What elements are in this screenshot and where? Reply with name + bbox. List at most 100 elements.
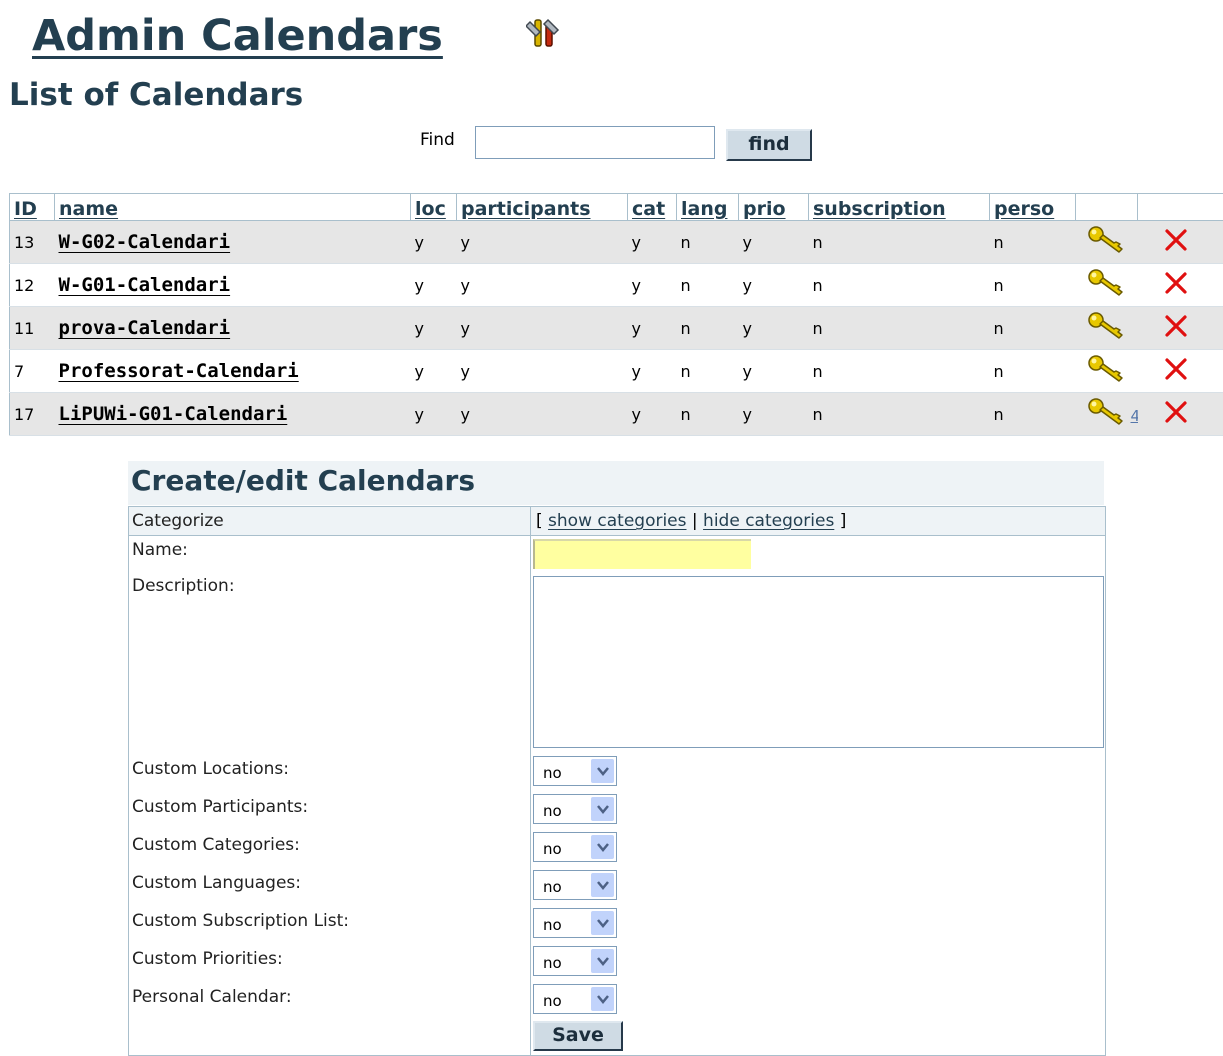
name-input[interactable] <box>533 539 751 569</box>
yes-no-select[interactable]: no <box>533 908 617 938</box>
edit-cell <box>1215 221 1223 264</box>
table-row: 11prova-Calendariyyynynn <box>10 307 1223 350</box>
column-header-perso[interactable]: perso <box>990 194 1076 221</box>
chevron-down-icon[interactable] <box>591 835 614 859</box>
form-select-row: Custom Locations:no <box>129 753 1106 791</box>
form-select-row: Custom Participants:no <box>129 791 1106 829</box>
save-cell: Save <box>531 1019 1106 1056</box>
show-categories-link[interactable]: show categories <box>548 511 686 531</box>
chevron-down-icon[interactable] <box>591 873 614 897</box>
cell-id: 13 <box>10 221 55 264</box>
cell-name[interactable]: W-G02-Calendari <box>55 221 411 264</box>
select-value: no <box>543 802 562 820</box>
permissions-cell <box>1076 264 1138 307</box>
description-row: Description: <box>129 572 1106 753</box>
column-header-cat[interactable]: cat <box>628 194 677 221</box>
delete-icon[interactable] <box>1162 398 1190 426</box>
cell-lang: n <box>677 307 739 350</box>
cell-perso: n <box>990 221 1076 264</box>
cell-name[interactable]: Professorat-Calendari <box>55 350 411 393</box>
cell-name[interactable]: LiPUWi-G01-Calendari <box>55 393 411 436</box>
column-header-actions <box>1076 194 1138 221</box>
cell-subscription: n <box>809 221 990 264</box>
yes-no-select[interactable]: no <box>533 832 617 862</box>
key-count-link[interactable]: 4 <box>1131 407 1138 425</box>
table-row: 12W-G01-Calendariyyynynn <box>10 264 1223 307</box>
table-header-row: ID name loc participants cat lang prio s… <box>10 194 1223 221</box>
edit-cell <box>1215 393 1223 436</box>
yes-no-select[interactable]: no <box>533 946 617 976</box>
description-cell <box>531 572 1106 753</box>
calendar-form: Categorize [ show categories | hide cate… <box>128 506 1106 1056</box>
column-header-lang[interactable]: lang <box>677 194 739 221</box>
hide-categories-link[interactable]: hide categories <box>703 511 834 531</box>
chevron-down-icon[interactable] <box>591 759 614 783</box>
select-cell: no <box>531 981 1106 1019</box>
yes-no-select[interactable]: no <box>533 794 617 824</box>
cell-participants: y <box>457 221 628 264</box>
select-value: no <box>543 840 562 858</box>
cell-lang: n <box>677 264 739 307</box>
cell-id: 12 <box>10 264 55 307</box>
key-icon[interactable] <box>1087 268 1127 298</box>
column-header-participants[interactable]: participants <box>457 194 628 221</box>
cell-perso: n <box>990 307 1076 350</box>
cell-id: 7 <box>10 350 55 393</box>
form-select-row: Custom Languages: no <box>129 867 1106 905</box>
yes-no-select[interactable]: no <box>533 870 617 900</box>
delete-cell <box>1138 350 1215 393</box>
find-button[interactable]: find <box>726 129 812 161</box>
column-header-name[interactable]: name <box>55 194 411 221</box>
cell-loc: y <box>411 393 457 436</box>
chevron-down-icon[interactable] <box>591 987 614 1011</box>
key-icon[interactable] <box>1087 311 1127 341</box>
column-header-loc[interactable]: loc <box>411 194 457 221</box>
cell-loc: y <box>411 307 457 350</box>
select-value: no <box>543 878 562 896</box>
section-title: List of Calendars <box>9 74 303 116</box>
cell-prio: y <box>739 307 809 350</box>
cell-perso: n <box>990 264 1076 307</box>
cell-prio: y <box>739 350 809 393</box>
find-input[interactable] <box>475 126 715 159</box>
delete-cell <box>1138 264 1215 307</box>
key-icon[interactable]: 4 <box>1087 397 1127 427</box>
column-header-id[interactable]: ID <box>10 194 55 221</box>
description-textarea[interactable] <box>533 576 1104 748</box>
key-icon[interactable] <box>1087 354 1127 384</box>
delete-icon[interactable] <box>1162 226 1190 254</box>
categorize-links: [ show categories | hide categories ] <box>531 507 1106 536</box>
chevron-down-icon[interactable] <box>591 911 614 935</box>
key-icon[interactable] <box>1087 225 1127 255</box>
delete-icon[interactable] <box>1162 312 1190 340</box>
select-label: Custom Languages: <box>129 867 531 905</box>
edit-cell <box>1215 307 1223 350</box>
cell-loc: y <box>411 221 457 264</box>
delete-icon[interactable] <box>1162 269 1190 297</box>
edit-cell <box>1215 264 1223 307</box>
select-cell: no <box>531 943 1106 981</box>
cell-lang: n <box>677 393 739 436</box>
chevron-down-icon[interactable] <box>591 797 614 821</box>
permissions-cell <box>1076 221 1138 264</box>
cell-perso: n <box>990 350 1076 393</box>
chevron-down-icon[interactable] <box>591 949 614 973</box>
cell-subscription: n <box>809 264 990 307</box>
save-row: Save <box>129 1019 1106 1056</box>
column-header-subscription[interactable]: subscription <box>809 194 990 221</box>
column-header-prio[interactable]: prio <box>739 194 809 221</box>
cell-name[interactable]: prova-Calendari <box>55 307 411 350</box>
save-button[interactable]: Save <box>533 1021 623 1051</box>
delete-icon[interactable] <box>1162 355 1190 383</box>
yes-no-select[interactable]: no <box>533 756 617 786</box>
cell-subscription: n <box>809 307 990 350</box>
cell-prio: y <box>739 221 809 264</box>
cell-cat: y <box>628 350 677 393</box>
cell-name[interactable]: W-G01-Calendari <box>55 264 411 307</box>
select-label: Custom Locations: <box>129 753 531 791</box>
cell-participants: y <box>457 307 628 350</box>
categorize-row: Categorize [ show categories | hide cate… <box>129 507 1106 536</box>
page-title[interactable]: Admin Calendars <box>32 8 443 64</box>
cell-cat: y <box>628 393 677 436</box>
yes-no-select[interactable]: no <box>533 984 617 1014</box>
